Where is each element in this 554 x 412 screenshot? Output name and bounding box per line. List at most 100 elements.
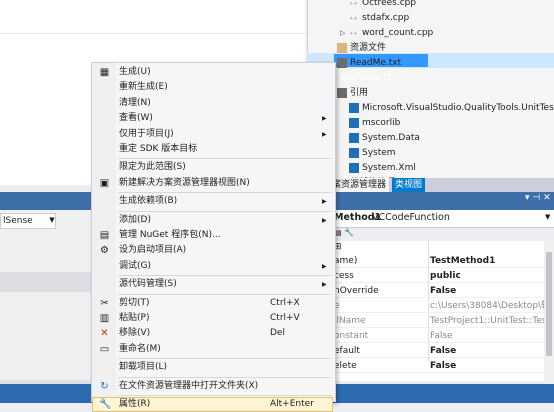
menu-item[interactable]: ▣ 新建解决方案资源管理器视图(N): [92, 176, 333, 191]
menu-item[interactable]: ↻ 在文件资源管理器中打开文件夹(X): [92, 379, 333, 394]
menu-item-label: 调试(G): [119, 260, 151, 271]
tree-item[interactable]: ⁺⁺ Octrees.cpp: [340, 0, 416, 10]
tree-item-label: Microsoft.VisualStudio.QualityTools.Unit…: [362, 103, 554, 113]
menu-item-shortcut: Alt+Enter: [270, 399, 314, 409]
properties-window-controls[interactable]: ▾ ⊣ ✕: [525, 193, 551, 203]
menu-item-label: 添加(D): [119, 214, 151, 225]
tree-expander-icon[interactable]: ▷: [340, 26, 349, 40]
property-value[interactable]: False: [430, 285, 456, 297]
property-row[interactable]: onstant False: [330, 330, 544, 343]
menu-item[interactable]: 卸载项目(L): [92, 360, 333, 375]
property-row[interactable]: llName TestProject1::UnitTest::TestM: [330, 315, 544, 328]
chevron-down-icon[interactable]: ▼: [47, 213, 57, 227]
property-value[interactable]: False: [430, 345, 456, 357]
folder-icon: [337, 42, 347, 53]
assembly-icon: [349, 132, 359, 143]
paste-icon: ▥: [99, 313, 110, 324]
menu-item[interactable]: 仅用于项目(J) ▶: [92, 127, 333, 142]
property-value[interactable]: False: [430, 360, 456, 372]
properties-toolbar: ▤ 🔧: [330, 228, 554, 241]
menu-item[interactable]: ▥ 粘贴(P) Ctrl+V: [92, 311, 333, 326]
menu-separator: [118, 192, 332, 194]
properties-object-type: VCCodeFunction: [372, 212, 450, 223]
tree-item[interactable]: ⁺⁺ stdafx.cpp: [340, 11, 409, 25]
tree-item[interactable]: ▷ ⁺⁺ word_count.cpp: [340, 26, 433, 40]
chevron-down-icon[interactable]: ▼: [545, 213, 550, 221]
menu-item-label: 重命名(M): [119, 343, 161, 354]
tree-item[interactable]: 资源文件: [328, 41, 386, 55]
property-row[interactable]: nOverride False: [330, 285, 544, 298]
menu-item[interactable]: ▤ 管理 NuGet 程序包(N)...: [92, 228, 333, 243]
text-file-icon: [337, 57, 347, 68]
menu-item[interactable]: 调试(G) ▶: [92, 259, 333, 274]
menu-item[interactable]: 清理(N): [92, 96, 333, 111]
property-name: onstant: [334, 331, 369, 341]
menu-item-label: 重新生成(E): [119, 82, 168, 93]
tree-item-label: System: [362, 148, 396, 158]
tree-item[interactable]: Microsoft.VisualStudio.QualityTools.Unit…: [340, 101, 554, 115]
build-icon: ▦: [99, 67, 110, 78]
menu-item-label: 卸载项目(L): [119, 362, 168, 373]
menu-item[interactable]: ✂ 剪切(T) Ctrl+X: [92, 296, 333, 311]
property-row[interactable]: cess public: [330, 270, 544, 283]
property-row[interactable]: elete False: [330, 360, 544, 373]
tree-item[interactable]: System.Data: [340, 131, 420, 145]
menu-item[interactable]: 添加(D) ▶: [92, 213, 333, 228]
tree-item-label: stdafx.cpp: [362, 13, 410, 23]
property-name: llName: [334, 316, 366, 326]
menu-item[interactable]: 重定 SDK 版本目标: [92, 142, 333, 157]
menu-separator: [118, 376, 332, 378]
property-row[interactable]: efault False: [330, 345, 544, 358]
assembly-icon: [349, 147, 359, 158]
menu-item[interactable]: 🔧 属性(R) Alt+Enter: [92, 397, 333, 412]
property-value[interactable]: public: [430, 270, 461, 282]
property-row[interactable]: ec:\Users\38084\Desktop\软工: [330, 300, 544, 313]
menu-item[interactable]: 生成依赖项(B) ▶: [92, 194, 333, 209]
property-value[interactable]: TestProject1::UnitTest::TestM: [430, 315, 544, 327]
menu-item-label: 限定为此范围(S): [119, 162, 186, 173]
tree-item-label: 引用: [350, 88, 369, 98]
menu-item[interactable]: ⚙ 设为启动项目(A): [92, 243, 333, 258]
menu-separator: [118, 358, 332, 360]
refresh-folder-icon: ↻: [100, 380, 109, 392]
menu-item[interactable]: 源代码管理(S) ▶: [92, 277, 333, 292]
properties-column-divider[interactable]: [428, 241, 429, 361]
menu-item[interactable]: 查看(W) ▶: [92, 111, 333, 126]
property-value[interactable]: TestMethod1: [430, 255, 495, 267]
menu-item[interactable]: ▭ 重命名(M): [92, 342, 333, 357]
tree-item[interactable]: mscorlib: [340, 116, 400, 130]
tree-item-label: Octrees.cpp: [362, 0, 417, 8]
cut-icon: ✂: [100, 297, 109, 309]
menu-item-shortcut: Ctrl+X: [270, 297, 300, 308]
property-pages-icon[interactable]: 🔧: [344, 228, 354, 237]
menu-item-label: 新建解决方案资源管理器视图(N): [119, 177, 250, 188]
scrollbar-thumb[interactable]: [546, 252, 552, 356]
tab-class-view[interactable]: 类视图: [392, 178, 426, 192]
property-name: ame): [334, 256, 358, 266]
menu-item-shortcut: Del: [270, 328, 285, 339]
tree-item-label: mscorlib: [362, 118, 401, 128]
nuget-icon: ▤: [99, 230, 110, 241]
menu-item[interactable]: 重新生成(E): [92, 80, 333, 95]
menu-separator: [118, 158, 332, 160]
tree-item[interactable]: System.Xml: [340, 161, 416, 175]
menu-item-label: 生成(U): [119, 67, 151, 77]
property-value[interactable]: False: [430, 330, 453, 342]
tree-item-label: TestProject1: [338, 73, 393, 83]
tree-item-label: word_count.cpp: [362, 28, 434, 38]
submenu-arrow-icon: ▶: [322, 216, 327, 224]
property-value[interactable]: c:\Users\38084\Desktop\软工: [430, 300, 544, 312]
assembly-icon: [349, 162, 359, 173]
menu-item[interactable]: ▦ 生成(U): [92, 65, 333, 80]
property-row[interactable]: ame) TestMethod1: [330, 255, 544, 268]
tree-item[interactable]: ReadMe.txt: [328, 56, 401, 70]
menu-item-label: 仅用于项目(J): [119, 128, 174, 139]
submenu-arrow-icon: ▶: [322, 130, 327, 138]
menu-item[interactable]: 限定为此范围(S): [92, 160, 333, 175]
menu-item[interactable]: ✕ 移除(V) Del: [92, 326, 333, 341]
rename-icon: ▭: [99, 343, 110, 355]
tree-item[interactable]: System: [340, 146, 396, 160]
submenu-arrow-icon: ▶: [322, 198, 327, 206]
menu-separator: [118, 293, 332, 295]
properties-header: [330, 192, 554, 210]
